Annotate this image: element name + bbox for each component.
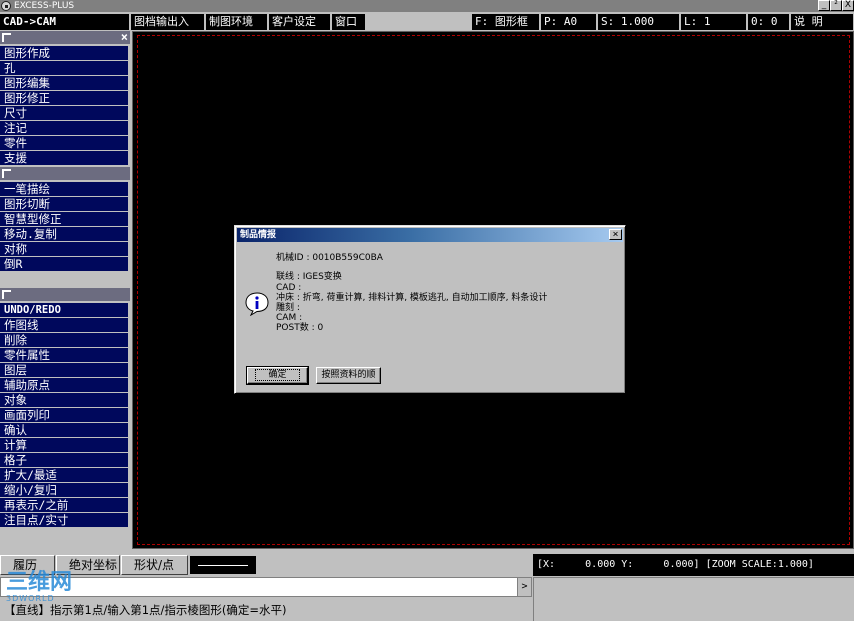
info-line: CAM : — [276, 313, 303, 323]
corner-icon — [2, 33, 11, 42]
sidebar-item-create-0[interactable]: 图形作成 — [0, 46, 128, 60]
mode-label: CAD->CAM — [0, 14, 130, 30]
sidebar-item-tool-11[interactable]: 缩小/复归 — [0, 483, 128, 497]
info-icon — [245, 292, 269, 316]
status-line: L: 1 — [681, 14, 747, 30]
tab-shape-point[interactable]: 形状/点 — [121, 555, 188, 575]
corner-icon — [2, 169, 11, 178]
sidebar-spacer — [0, 273, 130, 287]
sidebar-close-button[interactable]: × — [121, 31, 128, 44]
ok-button[interactable]: 确定 — [246, 366, 309, 385]
info-line: 联线 : IGES变换 — [276, 272, 342, 282]
sidebar-item-tool-6[interactable]: 画面列印 — [0, 408, 128, 422]
machine-id: 机械ID : 0010B559C0BA — [276, 253, 383, 263]
product-info-dialog: 制品情报 × 机械ID : 0010B559C0BA 联线 : IGES变换 C… — [234, 225, 626, 394]
sidebar-item-edit-2[interactable]: 智慧型修正 — [0, 212, 128, 226]
sidebar-item-edit-4[interactable]: 对称 — [0, 242, 128, 256]
undo-redo-button[interactable]: UNDO/REDO — [0, 303, 128, 317]
info-line: CAD : — [276, 283, 302, 293]
sidebar-item-tool-1[interactable]: 削除 — [0, 333, 128, 347]
status-other: 0: 0 — [748, 14, 790, 30]
sidebar-item-tool-12[interactable]: 再表示/之前 — [0, 498, 128, 512]
dialog-close-button[interactable]: × — [609, 229, 622, 240]
scroll-right-button[interactable]: > — [517, 578, 531, 596]
sidebar-item-edit-0[interactable]: 一笔描绘 — [0, 182, 128, 196]
sidebar-item-tool-9[interactable]: 格子 — [0, 453, 128, 467]
sidebar-item-tool-3[interactable]: 图层 — [0, 363, 128, 377]
dialog-title: 制品情报 — [237, 228, 623, 242]
menu-draw-environment[interactable]: 制图环境 — [206, 14, 268, 30]
sidebar-item-edit-1[interactable]: 图形切断 — [0, 197, 128, 211]
ok-button-label: 确定 — [255, 369, 300, 381]
close-window-button[interactable]: X — [842, 0, 854, 11]
sidebar-item-create-2[interactable]: 图形编集 — [0, 76, 128, 90]
minimize-button[interactable]: _ — [818, 0, 830, 11]
command-sidebar: × 图形作成孔图形编集 图形修正 尺寸 注记 零件 支援 一笔描绘 图形切断 智慧型修正 移动.… — [0, 31, 130, 545]
app-logo-icon — [1, 1, 11, 11]
sidebar-item-tool-8[interactable]: 计算 — [0, 438, 128, 452]
coordinate-readout: [X: 0.000 Y: 0.000] [ZOOM SCALE:1.000] — [533, 554, 854, 576]
sidebar-group-header: × — [0, 31, 130, 44]
sidebar-item-tool-0[interactable]: 作图线 — [0, 318, 128, 332]
watermark-subtext: 3DWORLD — [6, 594, 55, 603]
sidebar-item-tool-4[interactable]: 辅助原点 — [0, 378, 128, 392]
sidebar-item-edit-5[interactable]: 倒R — [0, 257, 128, 271]
menu-file-io[interactable]: 图档输出入 — [131, 14, 205, 30]
menu-customer-settings[interactable]: 客户设定 — [269, 14, 331, 30]
right-status-panel — [533, 577, 854, 621]
sidebar-group-header — [0, 288, 130, 301]
restore-button[interactable]: ² — [830, 0, 842, 11]
sidebar-item-create-5[interactable]: 注记 — [0, 121, 128, 135]
sidebar-item-create-4[interactable]: 尺寸 — [0, 106, 128, 120]
sidebar-item-create-3[interactable]: 图形修正 — [0, 91, 128, 105]
sidebar-group-header — [0, 167, 130, 180]
menu-bar: CAD->CAM 图档输出入 制图环境 客户设定 窗口 F: 图形框 P: A0… — [0, 13, 854, 31]
menu-window[interactable]: 窗口 — [332, 14, 366, 30]
watermark-text: 三维网 — [6, 570, 73, 595]
info-line: 雕刻 : — [276, 303, 300, 313]
corner-icon — [2, 290, 11, 299]
sidebar-item-tool-2[interactable]: 零件属性 — [0, 348, 128, 362]
sidebar-item-tool-10[interactable]: 扩大/最适 — [0, 468, 128, 482]
window-title: EXCESS-PLUS — [14, 1, 75, 11]
sidebar-item-edit-3[interactable]: 移动.复制 — [0, 227, 128, 241]
sidebar-item-tool-13[interactable]: 注目点/实寸 — [0, 513, 128, 527]
status-scale: S: 1.000 — [598, 14, 680, 30]
info-line: 冲床 : 折弯, 荷重计算, 排料计算, 模板逃孔, 自动加工顺序, 料条设计 — [276, 293, 548, 303]
status-layer: F: 图形框 — [472, 14, 540, 30]
sidebar-item-create-7[interactable]: 支援 — [0, 151, 128, 165]
help-button[interactable]: 说 明 — [791, 14, 854, 30]
sidebar-item-tool-7[interactable]: 确认 — [0, 423, 128, 437]
load-by-data-button[interactable]: 按照资料的顺 — [316, 367, 381, 384]
status-page: P: A0 — [541, 14, 597, 30]
info-line: POST数 : 0 — [276, 323, 324, 333]
sidebar-item-tool-5[interactable]: 对象 — [0, 393, 128, 407]
title-bar: EXCESS-PLUS _ ² X — [0, 0, 854, 12]
sidebar-item-create-1[interactable]: 孔 — [0, 61, 128, 75]
line-style-preview[interactable] — [190, 556, 256, 574]
sidebar-item-create-6[interactable]: 零件 — [0, 136, 128, 150]
watermark-logo: 三维网 3DWORLD — [6, 572, 106, 612]
